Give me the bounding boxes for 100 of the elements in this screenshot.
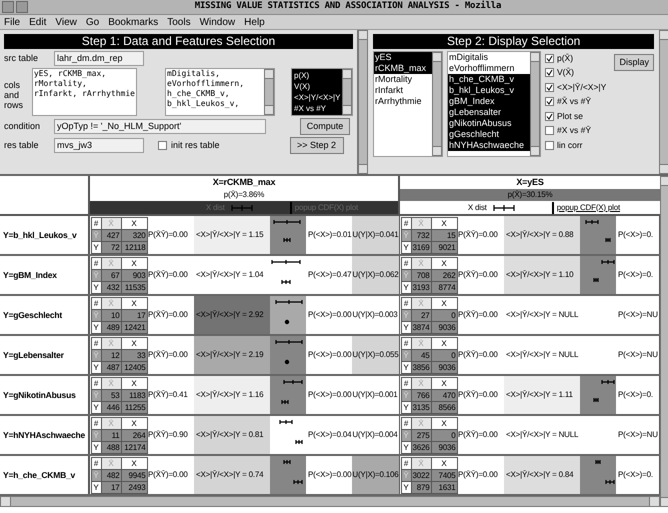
table-header-cell: X̄ xyxy=(412,218,430,228)
probability-text: P(X̄Ȳ)=0.00 xyxy=(458,469,498,481)
window-menu-icon[interactable] xyxy=(2,1,14,13)
list-option[interactable]: hNYHAschwaeche xyxy=(448,140,530,151)
mean-probability-text: P(<X>)=0.00 xyxy=(307,309,352,321)
count-cell: 488 xyxy=(102,442,120,452)
table-header-cell: # xyxy=(92,338,100,348)
row-header: Y=gBM_Index xyxy=(3,268,57,282)
table-header-cell: # xyxy=(92,218,100,228)
menu-item[interactable]: View xyxy=(55,14,77,30)
scrollbar[interactable] xyxy=(432,52,442,156)
row-label-cell: Ȳ xyxy=(402,350,410,360)
mean-probability-text: P(<X>)=0. xyxy=(617,229,654,241)
input-field[interactable]: mvs_jw3 xyxy=(54,138,144,153)
ratio-cell: <X>|Ȳ/<X>|Y = 1.10 xyxy=(504,256,580,294)
checkbox[interactable] xyxy=(158,141,167,150)
list-option[interactable]: yES xyxy=(374,52,432,63)
menu-item[interactable]: Window xyxy=(200,14,236,30)
menu-item[interactable]: Edit xyxy=(29,14,46,30)
list-option[interactable]: gLebensalter xyxy=(448,107,530,118)
row-label-cell: Y xyxy=(92,362,100,372)
table-header-cell: X̄ xyxy=(412,258,430,268)
row-label-cell: Ȳ xyxy=(92,390,100,400)
scrollbar[interactable] xyxy=(530,52,540,156)
scrollbar[interactable] xyxy=(342,69,352,115)
count-cell: 879 xyxy=(412,482,430,492)
checkbox[interactable] xyxy=(545,126,554,136)
list-option[interactable]: eVorhofflimmern xyxy=(448,63,530,74)
scrollbar[interactable] xyxy=(264,69,274,115)
mean-probability-text: P(<X>)=0. xyxy=(617,389,654,401)
row-label-cell: Y xyxy=(402,442,410,452)
list-option[interactable]: rInfarkt xyxy=(374,85,432,96)
checkbox[interactable] xyxy=(545,140,554,150)
uncertainty-text: U(Y|X)=0.003 xyxy=(352,309,398,321)
table-header-cell: X̄ xyxy=(102,258,120,268)
list-option[interactable]: mDigitalis xyxy=(448,52,530,63)
list-option[interactable]: gNikotinAbusus xyxy=(448,118,530,129)
list-box[interactable]: mDigitalis, eVorhofflimmern, h_che_CKMB_v, b_hkl_Leukos_v, xyxy=(166,69,264,115)
count-cell: 11 xyxy=(102,430,120,440)
list-option[interactable]: h_che_CKMB_v xyxy=(448,74,530,85)
menu-item[interactable]: Help xyxy=(244,14,265,30)
table-header-cell: # xyxy=(402,298,410,308)
table-header-cell: X xyxy=(432,338,456,348)
count-cell: 432 xyxy=(102,282,120,292)
probability-text: P(X̄Ȳ)=0.00 xyxy=(148,469,188,481)
count-cell: 446 xyxy=(102,402,120,412)
list-option[interactable]: p(X) xyxy=(294,70,342,81)
list-option[interactable]: <X>|Y/<X>|Y xyxy=(294,92,342,103)
checkbox[interactable] xyxy=(545,54,554,63)
list-option[interactable]: V(X) xyxy=(294,81,342,92)
checkbox[interactable] xyxy=(545,97,554,106)
display-button[interactable]: Display xyxy=(614,54,654,71)
row-label-cell: Y xyxy=(92,242,100,252)
compute-button[interactable]: Compute xyxy=(300,118,350,135)
table-header-cell: X xyxy=(122,338,146,348)
row-label-cell: Ȳ xyxy=(402,310,410,320)
horizontal-scrollbar[interactable] xyxy=(0,496,660,507)
table-header-cell: X̄ xyxy=(102,218,120,228)
row-header: Y=gNikotinAbusus xyxy=(3,388,76,402)
list-option[interactable]: b_hkl_Leukos_v xyxy=(448,85,530,96)
checkbox[interactable] xyxy=(545,112,554,121)
probability-text: P(X̄Ȳ)=0.00 xyxy=(458,389,498,401)
uncertainty-cell: U(Y|X)=0.062 xyxy=(352,256,399,294)
scrollbar[interactable] xyxy=(659,30,668,174)
count-cell: 2493 xyxy=(122,482,146,492)
scrollbar[interactable] xyxy=(660,176,668,507)
count-cell: 45 xyxy=(412,350,430,360)
cdf-plot-link[interactable]: popup CDF(X) plot xyxy=(552,202,620,214)
probability-text: P(X̄Ȳ)=0.00 xyxy=(458,309,498,321)
count-cell: 482 xyxy=(102,470,120,480)
count-cell: 708 xyxy=(412,270,430,280)
count-cell: 9036 xyxy=(432,362,456,372)
window-button-icon[interactable] xyxy=(16,1,28,13)
input-field[interactable]: yOpTyp != '_No_HLM_Support' xyxy=(54,119,266,134)
list-option[interactable]: gGeschlecht xyxy=(448,129,530,140)
uncertainty-text: U(Y|X)=0.001 xyxy=(352,389,398,401)
table-header-cell: # xyxy=(92,298,100,308)
mean-probability-text: P(<X>)=0.47 xyxy=(307,269,352,281)
mean-probability-text: P(<X>)=NU xyxy=(617,429,659,441)
uncertainty-cell: U(Y|X)=0.041 xyxy=(352,216,399,254)
list-option[interactable]: rMortality xyxy=(374,74,432,85)
menu-item[interactable]: Go xyxy=(86,14,100,30)
checkbox[interactable] xyxy=(545,82,554,92)
text-area[interactable]: yES, rCKMB_max, rMortality, rInfarkt, rArrhythmie xyxy=(32,68,137,116)
count-cell: 15 xyxy=(432,230,456,240)
list-option[interactable]: rCKMB_max xyxy=(374,63,432,74)
count-cell: 9021 xyxy=(432,242,456,252)
next-step-button[interactable]: >> Step 2 xyxy=(290,137,344,154)
count-cell: 3874 xyxy=(412,322,430,332)
menu-item[interactable]: Bookmarks xyxy=(108,14,158,30)
list-option[interactable]: gBM_Index xyxy=(448,96,530,107)
input-field[interactable]: lahr_dm.dm_rep xyxy=(54,51,144,66)
list-option[interactable]: #X vs #Y xyxy=(294,103,342,114)
ratio-cell: <X>|Ȳ/<X>|Y = 0.74 xyxy=(194,456,270,494)
scrollbar[interactable] xyxy=(358,30,368,174)
menu-item[interactable]: File xyxy=(4,14,20,30)
list-option[interactable]: rArrhythmie xyxy=(374,96,432,107)
menu-item[interactable]: Tools xyxy=(167,14,191,30)
checkbox[interactable] xyxy=(545,68,554,78)
table-header-cell: X̄ xyxy=(102,418,120,428)
